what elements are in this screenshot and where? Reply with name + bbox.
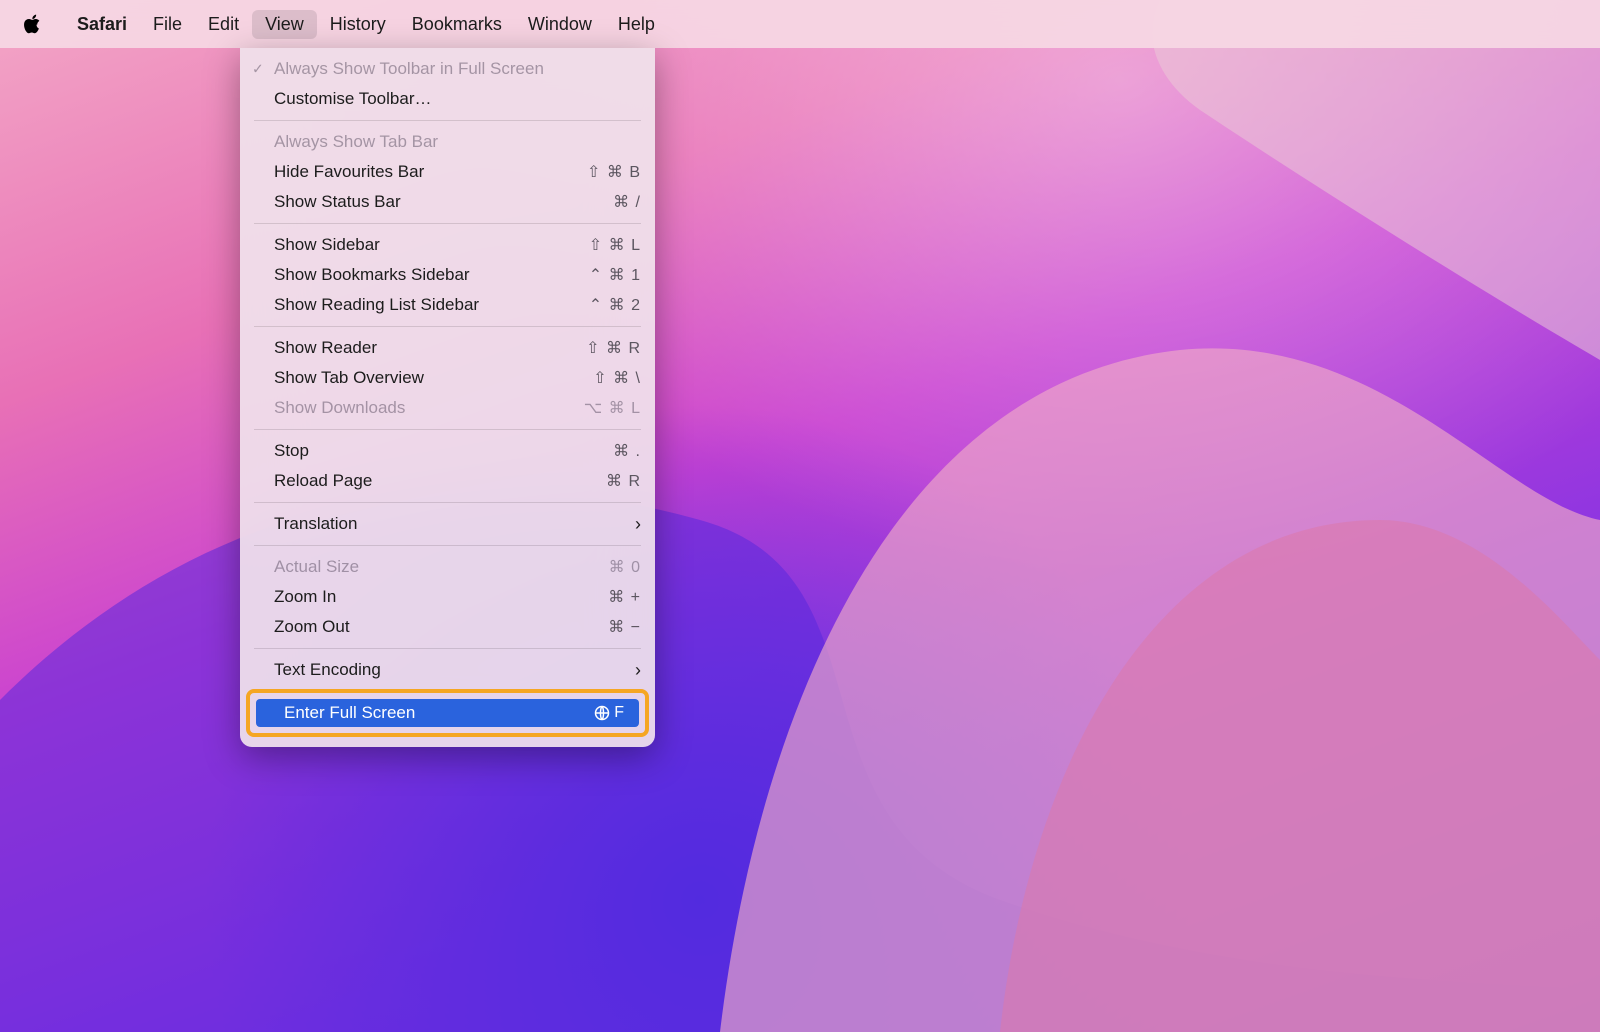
shortcut-key: F (614, 704, 625, 722)
menu-item-show-status-bar[interactable]: Show Status Bar ⌘ / (240, 187, 655, 217)
menu-item-shortcut: ⌘ R (606, 471, 641, 491)
menu-item-shortcut: ⌘ / (613, 192, 641, 212)
menubar-app-name[interactable]: Safari (64, 10, 140, 39)
menu-item-shortcut: ⌘ − (608, 617, 641, 637)
menu-separator (254, 648, 641, 649)
menu-item-text-encoding[interactable]: Text Encoding › (240, 655, 655, 685)
desktop-wallpaper: Safari File Edit View History Bookmarks … (0, 0, 1600, 1032)
menubar-item-view[interactable]: View (252, 10, 317, 39)
menu-item-shortcut: ⌘ . (613, 441, 641, 461)
menu-separator (254, 120, 641, 121)
menu-item-show-sidebar[interactable]: Show Sidebar ⇧ ⌘ L (240, 230, 655, 260)
menu-item-label: Text Encoding (274, 660, 627, 680)
menu-item-always-show-toolbar: ✓ Always Show Toolbar in Full Screen (240, 54, 655, 84)
checkmark-icon: ✓ (252, 61, 264, 78)
menu-item-zoom-out[interactable]: Zoom Out ⌘ − (240, 612, 655, 642)
menu-item-label: Show Status Bar (274, 192, 601, 212)
menu-item-shortcut: ⇧ ⌘ B (587, 162, 641, 182)
menu-item-shortcut: ⇧ ⌘ R (586, 338, 641, 358)
menu-item-label: Actual Size (274, 557, 597, 577)
apple-menu-icon[interactable] (22, 14, 42, 34)
menu-item-show-downloads: Show Downloads ⌥ ⌘ L (240, 393, 655, 423)
menubar-item-file[interactable]: File (140, 10, 195, 39)
chevron-right-icon: › (627, 660, 641, 681)
menu-item-show-tab-overview[interactable]: Show Tab Overview ⇧ ⌘ \ (240, 363, 655, 393)
menu-item-label: Customise Toolbar… (274, 89, 641, 109)
menu-item-label: Show Bookmarks Sidebar (274, 265, 577, 285)
globe-icon (594, 705, 610, 721)
menu-separator (254, 223, 641, 224)
menu-item-label: Zoom Out (274, 617, 596, 637)
menubar: Safari File Edit View History Bookmarks … (0, 0, 1600, 48)
menu-item-label: Show Reading List Sidebar (274, 295, 577, 315)
menu-item-show-reading-list-sidebar[interactable]: Show Reading List Sidebar ⌃ ⌘ 2 (240, 290, 655, 320)
menu-item-shortcut: ⌘ + (608, 587, 641, 607)
menu-item-always-show-tab-bar: Always Show Tab Bar (240, 127, 655, 157)
menu-item-shortcut: ⇧ ⌘ L (589, 235, 641, 255)
menu-item-shortcut: F (594, 704, 625, 722)
menu-item-hide-favourites-bar[interactable]: Hide Favourites Bar ⇧ ⌘ B (240, 157, 655, 187)
menu-item-enter-full-screen[interactable]: Enter Full Screen F (256, 699, 639, 727)
menu-item-shortcut: ⌥ ⌘ L (584, 398, 641, 418)
menu-separator (254, 326, 641, 327)
menu-item-reload-page[interactable]: Reload Page ⌘ R (240, 466, 655, 496)
menu-item-show-bookmarks-sidebar[interactable]: Show Bookmarks Sidebar ⌃ ⌘ 1 (240, 260, 655, 290)
menu-item-stop[interactable]: Stop ⌘ . (240, 436, 655, 466)
menu-item-label: Translation (274, 514, 627, 534)
menu-item-label: Reload Page (274, 471, 594, 491)
menu-item-shortcut: ⌃ ⌘ 2 (589, 295, 641, 315)
menubar-item-bookmarks[interactable]: Bookmarks (399, 10, 515, 39)
menu-separator (254, 429, 641, 430)
menu-item-label: Show Tab Overview (274, 368, 581, 388)
menu-item-shortcut: ⇧ ⌘ \ (593, 368, 641, 388)
menu-item-label: Enter Full Screen (284, 703, 582, 723)
menubar-item-window[interactable]: Window (515, 10, 605, 39)
menu-separator (254, 545, 641, 546)
menu-item-label: Zoom In (274, 587, 596, 607)
menu-item-customise-toolbar[interactable]: Customise Toolbar… (240, 84, 655, 114)
menu-item-actual-size: Actual Size ⌘ 0 (240, 552, 655, 582)
menu-item-label: Stop (274, 441, 601, 461)
chevron-right-icon: › (627, 514, 641, 535)
menubar-item-edit[interactable]: Edit (195, 10, 252, 39)
menu-item-label: Show Reader (274, 338, 574, 358)
menu-item-label: Always Show Tab Bar (274, 132, 641, 152)
highlighted-menu-item: Enter Full Screen F (246, 689, 649, 737)
menubar-item-help[interactable]: Help (605, 10, 668, 39)
menu-item-translation[interactable]: Translation › (240, 509, 655, 539)
menu-item-shortcut: ⌃ ⌘ 1 (589, 265, 641, 285)
menu-item-zoom-in[interactable]: Zoom In ⌘ + (240, 582, 655, 612)
menu-item-label: Hide Favourites Bar (274, 162, 575, 182)
menu-separator (254, 502, 641, 503)
menu-item-shortcut: ⌘ 0 (609, 557, 641, 577)
menu-item-label: Show Sidebar (274, 235, 577, 255)
menu-item-label: Show Downloads (274, 398, 572, 418)
view-menu-dropdown: ✓ Always Show Toolbar in Full Screen Cus… (240, 48, 655, 747)
menubar-item-history[interactable]: History (317, 10, 399, 39)
menu-item-label: Always Show Toolbar in Full Screen (274, 59, 641, 79)
menu-item-show-reader[interactable]: Show Reader ⇧ ⌘ R (240, 333, 655, 363)
